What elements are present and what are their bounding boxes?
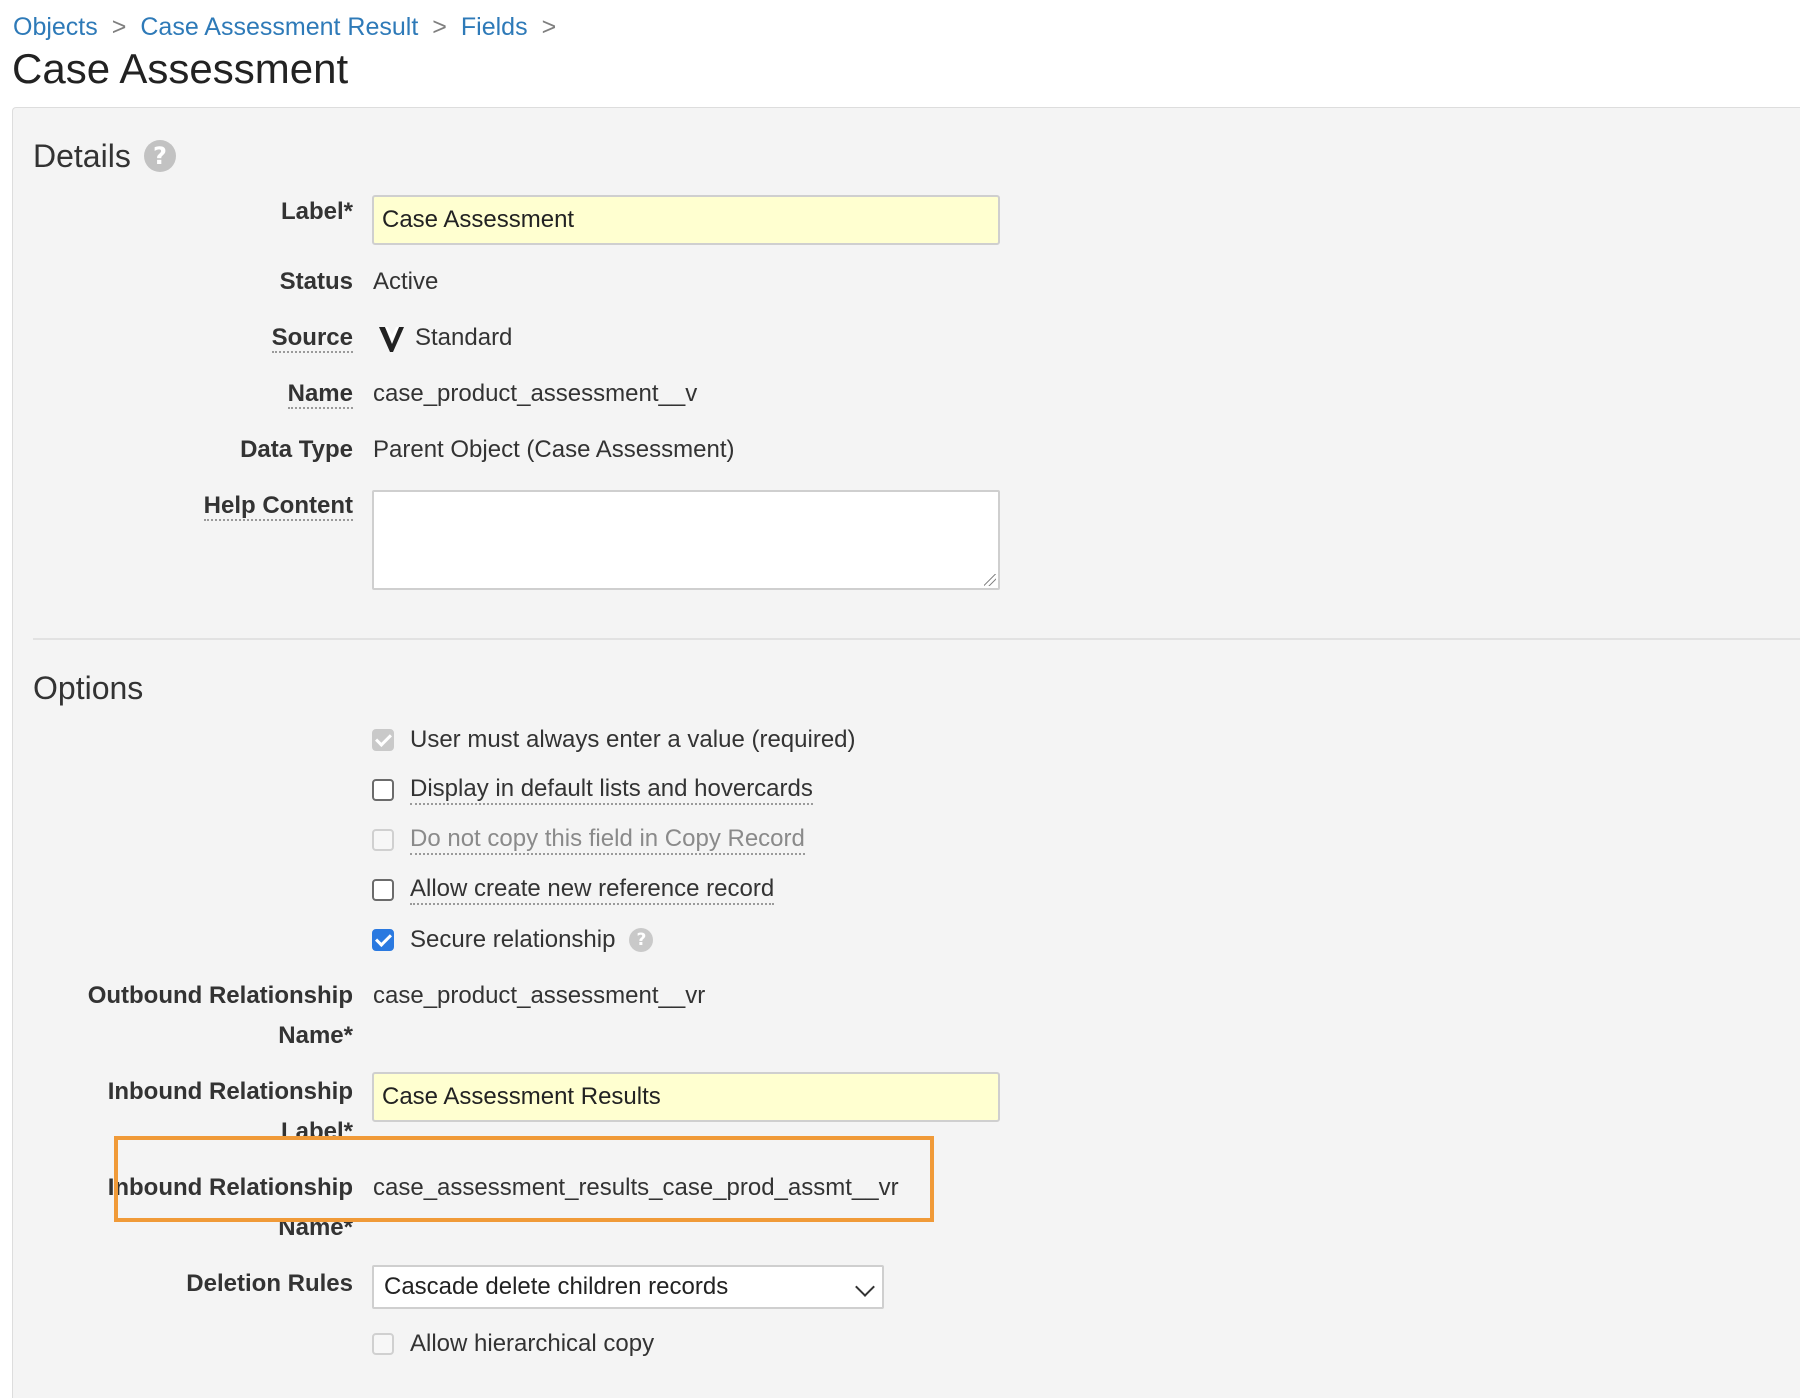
required-checkbox-label: User must always enter a value (required… [410,726,856,753]
secure-relationship-help-icon[interactable]: ? [629,928,654,952]
display-default-lists-row: Display in default lists and hovercards [372,772,813,808]
options-heading: Options [33,670,144,706]
breadcrumb: Objects > Case Assessment Result > Fields > [13,12,570,42]
details-heading: Details [33,138,131,174]
required-checkbox-row: User must always enter a value (required… [372,722,856,758]
breadcrumb-objects-link[interactable]: Objects [13,13,98,41]
details-help-icon[interactable]: ? [144,140,176,172]
inbound-label-input[interactable] [372,1072,1000,1122]
breadcrumb-separator: > [432,13,447,41]
deletion-rules-select[interactable]: Cascade delete children records [372,1265,884,1309]
data-type-value: Parent Object (Case Assessment) [373,436,735,463]
resize-grip[interactable] [984,574,996,586]
source-label: Source [271,324,353,353]
label-input[interactable] [372,195,1000,245]
section-divider [33,638,1800,640]
help-content-textarea[interactable] [372,490,1000,590]
hierarchical-copy-row: Allow hierarchical copy [372,1326,654,1362]
name-value: case_product_assessment__v [373,380,698,407]
required-checkbox [372,729,394,751]
page-title: Case Assessment [12,45,349,92]
allow-create-reference-checkbox[interactable] [372,879,394,901]
deletion-rules-highlight [114,1136,934,1222]
secure-relationship-label[interactable]: Secure relationship [410,922,615,958]
allow-create-reference-label[interactable]: Allow create new reference record [410,875,775,905]
do-not-copy-checkbox [372,829,394,851]
breadcrumb-separator: > [111,13,127,41]
status-label: Status [279,268,353,295]
source-value: Standard [377,318,512,358]
display-default-lists-label[interactable]: Display in default lists and hovercards [410,775,813,805]
deletion-rules-label: Deletion Rules [186,1270,353,1297]
source-text: Standard [415,324,513,351]
secure-relationship-checkbox[interactable] [372,929,394,951]
deletion-rules-selected-value: Cascade delete children records [384,1273,729,1300]
outbound-name-label: Outbound Relationship Name* [87,982,353,1049]
do-not-copy-row: Do not copy this field in Copy Record [372,822,805,858]
display-default-lists-checkbox[interactable] [372,779,394,801]
help-content-label: Help Content [203,492,353,521]
do-not-copy-label: Do not copy this field in Copy Record [410,825,805,855]
breadcrumb-case-assessment-result-link[interactable]: Case Assessment Result [140,13,418,41]
label-field-label: Label* [280,198,353,225]
data-type-label: Data Type [240,436,353,463]
name-label: Name [287,380,353,409]
breadcrumb-separator: > [541,13,557,41]
hierarchical-copy-checkbox[interactable] [372,1333,394,1355]
allow-create-reference-row: Allow create new reference record [372,872,775,908]
chevron-down-icon [855,1277,875,1297]
breadcrumb-fields-link[interactable]: Fields [461,13,528,41]
outbound-name-value: case_product_assessment__vr [373,982,706,1009]
hierarchical-copy-label[interactable]: Allow hierarchical copy [410,1326,654,1362]
veeva-logo-icon [379,326,404,352]
secure-relationship-row: Secure relationship ? [372,922,654,958]
status-value: Active [373,268,439,295]
